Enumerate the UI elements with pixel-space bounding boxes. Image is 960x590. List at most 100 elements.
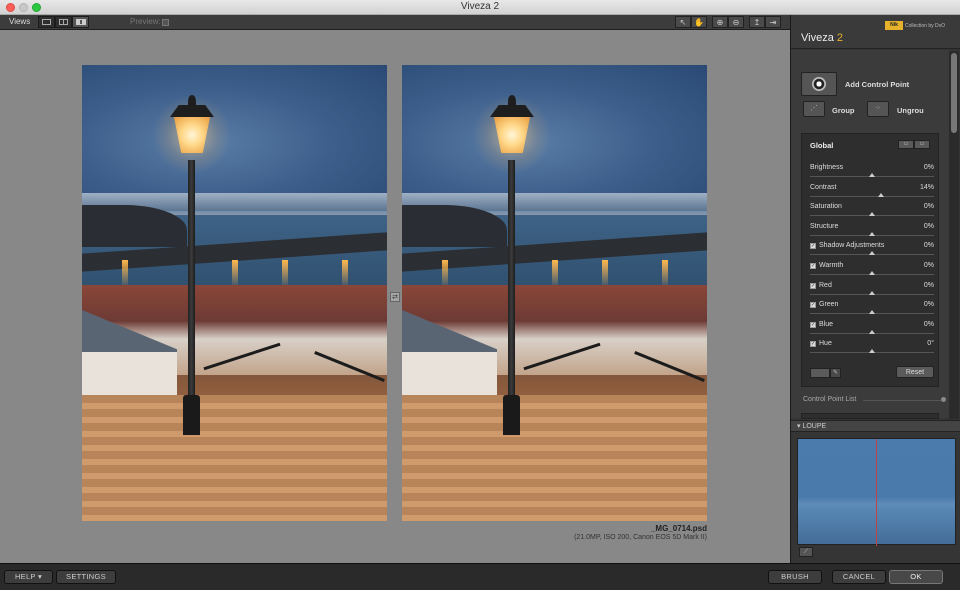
swap-icon: ⇄ [392,294,398,301]
slider-checkbox[interactable]: ✓ [810,263,816,269]
group-label: Group [832,106,855,115]
global-title: Global [810,141,834,150]
dual-view-button[interactable] [72,16,89,28]
slider-label: Brightness [810,164,844,171]
loupe-label: ▾ LOUPE [797,423,827,430]
slider-label: Warmth [819,262,844,269]
slider-thumb[interactable] [877,192,884,197]
slider-label: Hue [819,340,832,348]
group-button[interactable]: ⋰ [803,101,825,117]
slider-label: Structure [810,222,839,230]
divider [863,400,941,401]
view-tools-group: ↖ ✋ ⊕ ⊖ ↥ ⇥ [675,16,781,28]
slider-label: Contrast [810,183,837,191]
panel-scrollbar[interactable] [949,51,959,419]
help-button[interactable]: HELP ▾ [4,570,53,584]
slider-value: 0% [923,242,934,250]
eyedropper-icon: ⟋ [803,549,809,555]
slider-thumb[interactable] [869,212,875,217]
slider-checkbox[interactable]: ✓ [810,243,816,250]
slider-value: 0% [923,203,934,211]
slider-thumb[interactable] [869,231,875,236]
slider-value: 0% [923,301,934,309]
image-canvas[interactable]: ⇄ _MG_0714.psd (21.0MP, ISO 200, Canon E… [0,30,790,563]
slider-value: 0% [923,281,934,289]
slider-thumb[interactable] [869,349,875,354]
group-icon: ⋰ [810,105,818,112]
slider-checkbox[interactable]: ✓ [810,321,816,328]
slider-row: ✓ Warmth 0% [810,262,934,281]
top-toolbar: Views Preview: ↖ ✋ ⊕ ⊖ ↥ ⇥ [0,15,790,30]
slider-thumb[interactable] [869,173,875,177]
settings-button[interactable]: SETTINGS [56,570,116,584]
slider-checkbox[interactable]: ✓ [810,302,816,309]
zoom-out-icon: ⊖ [732,17,740,27]
slider-row: Contrast 14% [810,184,934,203]
panel-scroll-area: Add Control Point ⋰ Group ⁘ Ungrou Globa… [791,50,949,419]
nik-logo: Nik [885,21,903,30]
export-button[interactable]: ⇥ [765,16,781,28]
global-toggle-off[interactable]: ▭ [914,140,930,149]
slider-value: 0% [923,262,934,269]
slider-thumb[interactable] [869,310,875,315]
zoom-in-icon: ⊕ [716,17,724,27]
after-image[interactable] [402,65,707,521]
bottom-bar: HELP ▾ SETTINGS BRUSH CANCEL OK [0,563,960,590]
dual-view-icon [75,19,86,25]
ungroup-label: Ungrou [897,106,924,115]
slider-checkbox[interactable]: ✓ [810,282,816,289]
zoom-out-button[interactable]: ⊖ [728,16,744,28]
loupe-tool-button[interactable]: ⟋ [799,547,813,557]
brush-mini-button[interactable]: ✎ [830,368,841,378]
cancel-button[interactable]: CANCEL [832,570,886,584]
preview-checkbox[interactable] [162,19,169,26]
export-icon: ⇥ [769,17,777,27]
product-version: 2 [836,32,844,44]
split-view-icon [59,19,68,25]
scroll-thumb[interactable] [951,53,957,133]
global-adjustments: Global ▭ ▭ Brightness 0% Contrast 14% Satura… [801,133,939,387]
slider-row: Saturation 0% [810,203,934,222]
slider-checkbox[interactable]: ✓ [810,341,816,348]
slider-thumb[interactable] [869,329,875,334]
hand-icon: ↖ [679,17,687,27]
collapse-icon[interactable] [941,397,946,402]
panel-header: Nik Collection by DxO Viveza 2 [791,15,960,49]
split-view-button[interactable] [55,16,72,28]
copy-settings-button[interactable] [810,368,830,378]
single-view-icon [42,19,51,25]
move-tool-button[interactable]: ✋ [691,16,707,28]
slider-thumb[interactable] [869,290,875,295]
slider-track[interactable] [810,195,934,197]
zoom-in-button[interactable]: ⊕ [712,16,728,28]
slider-label: Red [819,281,832,289]
before-image[interactable] [82,65,387,521]
pin-icon: ↥ [753,17,761,27]
file-name: _MG_0714.psd [650,524,707,533]
add-control-point-label: Add Control Point [845,80,910,89]
slider-row: ✓ Green 0% [810,301,934,320]
loupe-header[interactable]: ▾ LOUPE [791,420,960,432]
add-control-point-button[interactable] [801,72,837,96]
ungroup-button[interactable]: ⁘ [867,101,889,117]
control-point-icon [812,77,826,91]
file-info: (21.0MP, ISO 200, Canon EOS 5D Mark II) [574,534,707,541]
slider-value: 14% [919,183,934,191]
single-view-button[interactable] [38,16,55,28]
pin-button[interactable]: ↥ [749,16,765,28]
hand-tool-button[interactable]: ↖ [675,16,691,28]
control-point-list[interactable] [801,413,939,419]
global-toggle-on[interactable]: ▭ [898,140,914,149]
slider-thumb[interactable] [869,251,875,256]
reset-button[interactable]: Reset [896,366,934,378]
slider-row: ✓ Shadow Adjustments 0% [810,242,934,261]
slider-label: Saturation [810,203,842,211]
compare-handle[interactable]: ⇄ [390,292,400,302]
slider-thumb[interactable] [869,271,875,275]
slider-value: 0% [923,320,934,328]
slider-label: Blue [819,320,834,328]
brush-button[interactable]: BRUSH [768,570,822,584]
view-mode-group [38,16,89,28]
ok-button[interactable]: OK [889,570,943,584]
title-bar: Viveza 2 [0,0,960,15]
